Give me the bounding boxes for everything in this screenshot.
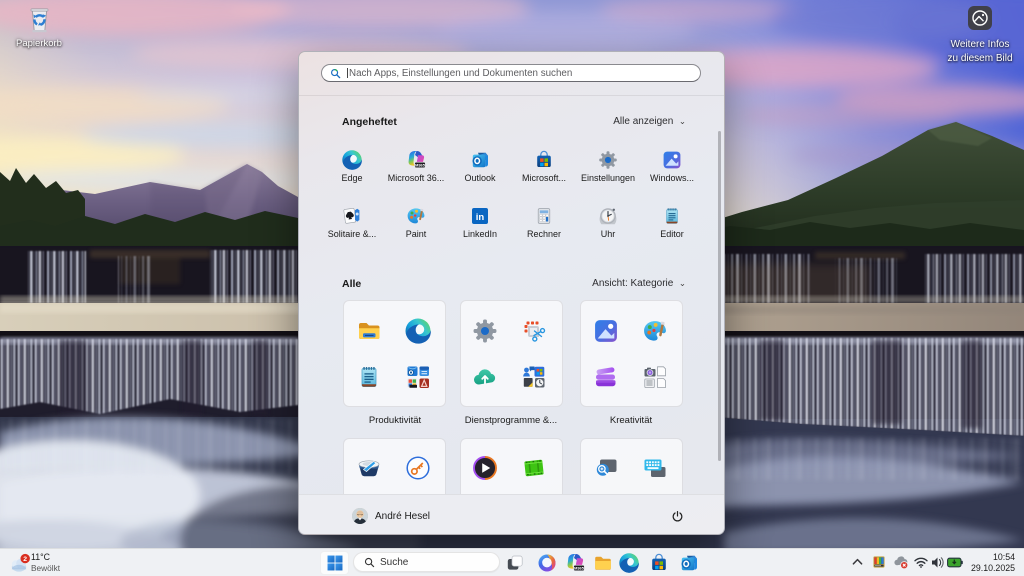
svg-text:M365: M365	[574, 566, 585, 571]
svg-text:in: in	[476, 212, 485, 223]
svg-text:2: 2	[23, 556, 27, 563]
svg-text:M365: M365	[415, 163, 426, 168]
